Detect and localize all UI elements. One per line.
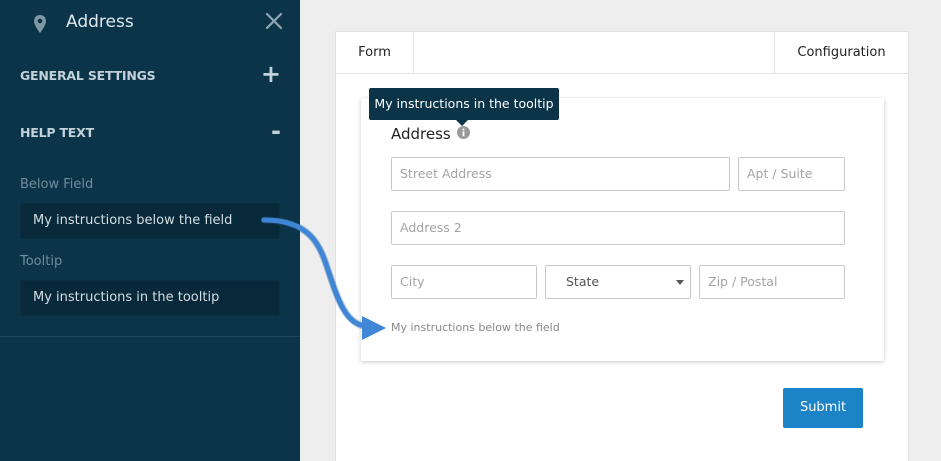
state-select[interactable]: State (545, 265, 691, 299)
tab-form[interactable]: Form (336, 32, 414, 74)
tab-configuration[interactable]: Configuration (774, 32, 908, 74)
plus-icon[interactable]: + (261, 62, 281, 86)
zip-postal-input[interactable]: Zip / Postal (699, 265, 845, 299)
apt-suite-input[interactable]: Apt / Suite (738, 157, 845, 191)
field-title: Address (391, 125, 451, 143)
info-icon[interactable] (457, 126, 470, 139)
section-label: GENERAL SETTINGS (20, 68, 156, 83)
close-icon[interactable] (264, 11, 284, 31)
map-pin-icon (34, 15, 46, 33)
tab-bar: Form Configuration (336, 32, 908, 74)
sidebar-header: Address (0, 0, 300, 46)
tooltip-label: Tooltip (20, 254, 63, 269)
help-text-below-field: My instructions below the field (391, 321, 560, 334)
sidebar-title: Address (66, 12, 134, 32)
below-field-input[interactable]: My instructions below the field (20, 203, 280, 239)
tooltip-input[interactable]: My instructions in the tooltip (20, 280, 280, 316)
address-2-input[interactable]: Address 2 (391, 211, 845, 245)
section-label: HELP TEXT (20, 125, 94, 140)
tooltip-pointer (456, 120, 468, 126)
city-input[interactable]: City (391, 265, 537, 299)
minus-icon[interactable]: - (271, 119, 281, 143)
section-help-text[interactable]: HELP TEXT - (0, 113, 300, 153)
tooltip: My instructions in the tooltip (369, 88, 559, 120)
below-field-label: Below Field (20, 177, 94, 192)
callout-arrow-icon (260, 216, 386, 340)
address-field-card: Address Street Address Apt / Suite Addre… (361, 98, 884, 361)
street-address-input[interactable]: Street Address (391, 157, 730, 191)
submit-button[interactable]: Submit (783, 388, 863, 428)
state-select-value: State (566, 274, 600, 289)
section-general-settings[interactable]: GENERAL SETTINGS + (0, 56, 300, 96)
chevron-down-icon (676, 280, 684, 285)
